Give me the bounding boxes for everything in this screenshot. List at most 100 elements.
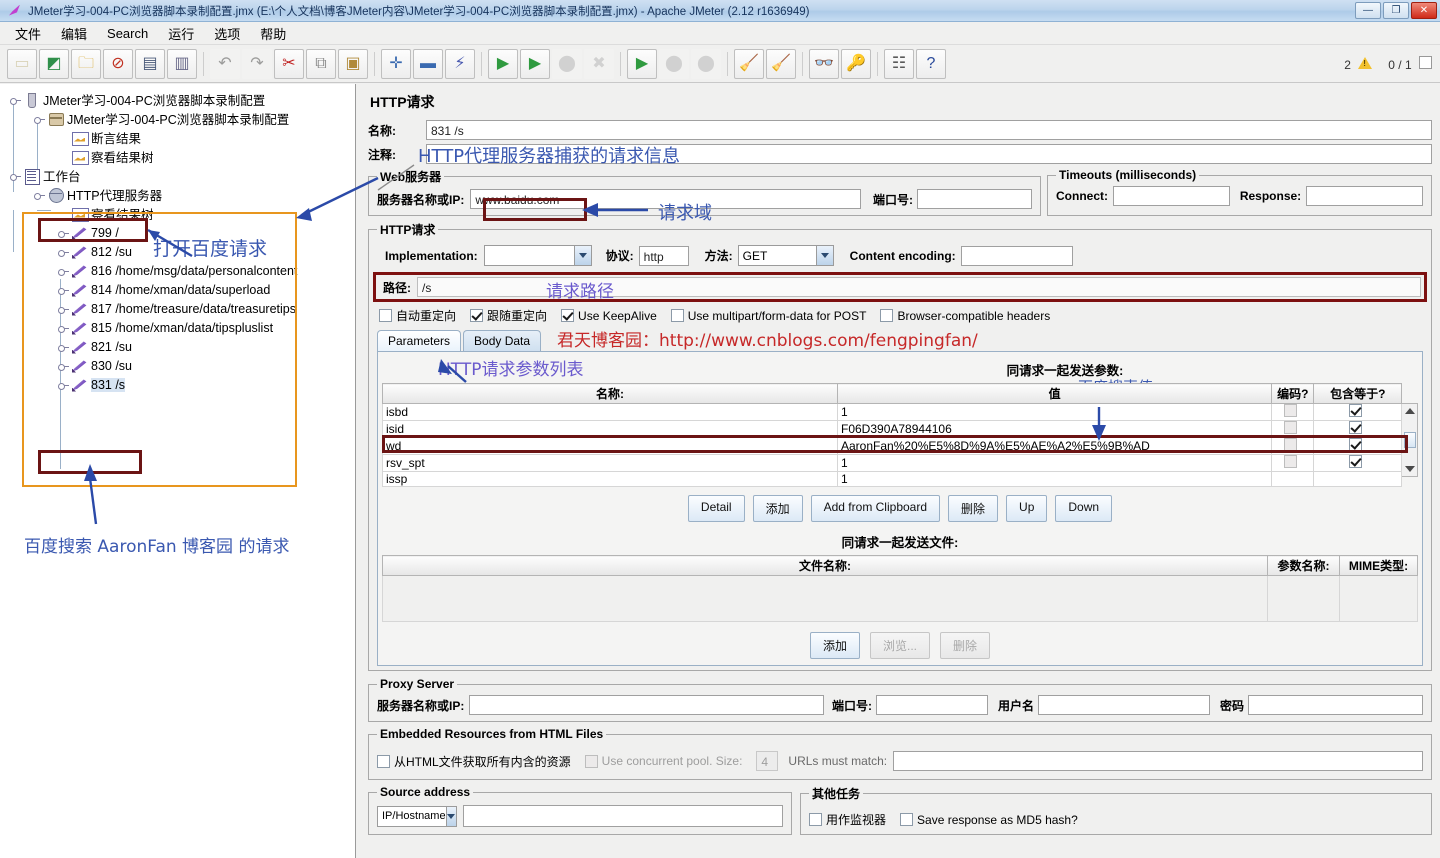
source-address-input[interactable]: [463, 805, 783, 827]
warning-count-group[interactable]: 2: [1344, 56, 1373, 72]
tree-node-sampler-831[interactable]: 831 /s: [4, 375, 355, 394]
cell-include-equals[interactable]: [1313, 437, 1403, 455]
checkbox-follow-redirect[interactable]: 跟随重定向: [470, 307, 547, 324]
expand-handle-icon[interactable]: [58, 227, 70, 239]
checkbox-retrieve-embedded[interactable]: 从HTML文件获取所有内含的资源: [377, 753, 571, 770]
maximize-button[interactable]: ❐: [1383, 2, 1409, 19]
tree-node-view-results-tree[interactable]: 察看结果树: [4, 147, 355, 166]
cell-encode[interactable]: [1271, 420, 1315, 438]
cell-encode[interactable]: [1271, 437, 1315, 455]
urls-match-input[interactable]: [893, 751, 1423, 771]
delete-param-button[interactable]: 删除: [948, 495, 999, 522]
templates-icon[interactable]: ◩: [39, 48, 69, 79]
help-icon[interactable]: ?: [916, 48, 946, 79]
expand-handle-icon[interactable]: [34, 189, 46, 201]
cell-include-equals[interactable]: [1313, 420, 1403, 438]
parameters-table[interactable]: 名称: 值 编码? 包含等于? isbd 1 isid F06D390A7894…: [382, 383, 1403, 487]
scroll-up-icon[interactable]: [1404, 408, 1415, 414]
minimize-button[interactable]: —: [1355, 2, 1381, 19]
scroll-down-icon[interactable]: [1404, 466, 1415, 472]
tree-node-thread-group[interactable]: JMeter学习-004-PC浏览器脚本录制配置: [4, 109, 355, 128]
tree-node-sampler-814[interactable]: 814 /home/xman/data/superload: [4, 280, 355, 299]
expand-handle-icon[interactable]: [58, 360, 70, 372]
add-file-button[interactable]: 添加: [809, 632, 860, 659]
tree-node-workbench[interactable]: 工作台: [4, 166, 355, 185]
checkbox-multipart[interactable]: Use multipart/form-data for POST: [670, 309, 866, 323]
tab-parameters[interactable]: Parameters: [377, 330, 462, 351]
start-no-pauses-icon[interactable]: ▶: [520, 48, 550, 79]
tree-node-sampler-815[interactable]: 815 /home/xman/data/tipspluslist: [4, 318, 355, 337]
close-button[interactable]: ✕: [1411, 2, 1437, 19]
search-icon[interactable]: 👓: [809, 48, 839, 79]
name-input[interactable]: 831 /s: [426, 120, 1432, 140]
add-from-clipboard-button[interactable]: Add from Clipboard: [810, 495, 941, 522]
tree-node-sampler-830[interactable]: 830 /su: [4, 356, 355, 375]
expand-handle-icon[interactable]: [10, 94, 22, 106]
menu-edit[interactable]: 编辑: [52, 22, 96, 45]
checkbox-browser-compatible-headers[interactable]: Browser-compatible headers: [880, 309, 1050, 323]
tree-node-test-plan[interactable]: JMeter学习-004-PC浏览器脚本录制配置: [4, 90, 355, 109]
checkbox-use-as-monitor[interactable]: 用作监视器: [809, 811, 886, 828]
expand-handle-icon[interactable]: [58, 322, 70, 334]
cut-icon[interactable]: ✂: [274, 48, 304, 79]
start-icon[interactable]: ▶: [488, 48, 518, 79]
add-param-button[interactable]: 添加: [752, 495, 803, 522]
implementation-select[interactable]: [483, 245, 592, 266]
copy-icon[interactable]: ⧉: [306, 48, 336, 79]
params-table-wrap[interactable]: 名称: 值 编码? 包含等于? isbd 1 isid F06D390A7894…: [382, 383, 1418, 487]
menu-file[interactable]: 文件: [6, 22, 50, 45]
clear-icon[interactable]: 🧹: [734, 48, 764, 79]
expand-all-icon[interactable]: ✛: [381, 48, 411, 79]
table-row[interactable]: rsv_spt 1: [382, 454, 1403, 472]
connect-input[interactable]: [1113, 186, 1230, 206]
response-input[interactable]: [1306, 186, 1424, 206]
table-row[interactable]: isid F06D390A78944106: [382, 420, 1403, 438]
params-scrollbar[interactable]: [1402, 403, 1418, 477]
checkbox-use-keepalive[interactable]: Use KeepAlive: [561, 309, 657, 323]
expand-handle-icon[interactable]: [58, 246, 70, 258]
move-down-button[interactable]: Down: [1055, 495, 1113, 522]
cell-include-equals[interactable]: [1313, 471, 1403, 487]
cell-encode[interactable]: [1271, 403, 1315, 421]
cell-encode[interactable]: [1271, 454, 1315, 472]
move-up-button[interactable]: Up: [1006, 495, 1048, 522]
expand-handle-icon[interactable]: [58, 341, 70, 353]
table-row[interactable]: issp 1: [382, 471, 1403, 487]
menu-help[interactable]: 帮助: [251, 22, 295, 45]
tree-node-sampler-817[interactable]: 817 /home/treasure/data/treasuretips: [4, 299, 355, 318]
function-helper-icon[interactable]: ☷: [884, 48, 914, 79]
proxy-server-input[interactable]: [469, 695, 824, 715]
cell-include-equals[interactable]: [1313, 403, 1403, 421]
toggle-icon[interactable]: ⚡: [445, 48, 475, 79]
tree-node-proxy-view-results-tree[interactable]: 察看结果树: [4, 204, 355, 223]
menu-options[interactable]: 选项: [205, 22, 249, 45]
close-file-icon[interactable]: ⊘: [103, 48, 133, 79]
table-empty-row[interactable]: [382, 575, 1418, 622]
menu-search[interactable]: Search: [98, 24, 157, 43]
expand-handle-icon[interactable]: [58, 379, 70, 391]
expand-handle-icon[interactable]: [58, 284, 70, 296]
remote-start-all-icon[interactable]: ▶: [627, 48, 657, 79]
save-icon[interactable]: ▤: [135, 48, 165, 79]
checkbox-save-md5[interactable]: Save response as MD5 hash?: [900, 813, 1078, 827]
expand-handle-icon[interactable]: [58, 303, 70, 315]
port-input[interactable]: [917, 189, 1032, 209]
expand-handle-icon[interactable]: [34, 113, 46, 125]
table-row[interactable]: wd AaronFan%20%E5%8D%9A%E5%AE%A2%E5%9B%A…: [382, 437, 1403, 455]
checkbox-auto-redirect[interactable]: 自动重定向: [379, 307, 456, 324]
clear-all-icon[interactable]: 🧹: [766, 48, 796, 79]
tree-node-sampler-821[interactable]: 821 /su: [4, 337, 355, 356]
new-icon[interactable]: ▭: [7, 48, 37, 79]
detail-button[interactable]: Detail: [687, 495, 745, 522]
cell-encode[interactable]: [1271, 471, 1315, 487]
scrollbar-thumb[interactable]: [1403, 432, 1416, 448]
files-table[interactable]: 文件名称: 参数名称: MIME类型:: [382, 555, 1418, 622]
tab-body-data[interactable]: Body Data: [463, 330, 542, 351]
test-plan-tree-pane[interactable]: JMeter学习-004-PC浏览器脚本录制配置 JMeter学习-004-PC…: [0, 84, 356, 858]
table-row[interactable]: isbd 1: [382, 403, 1403, 421]
save-as-icon[interactable]: ▥: [167, 48, 197, 79]
proxy-username-input[interactable]: [1037, 695, 1210, 715]
tree-node-assertion-results[interactable]: 断言结果: [4, 128, 355, 147]
source-address-type-select[interactable]: IP/Hostname: [377, 805, 457, 827]
menu-run[interactable]: 运行: [159, 22, 203, 45]
